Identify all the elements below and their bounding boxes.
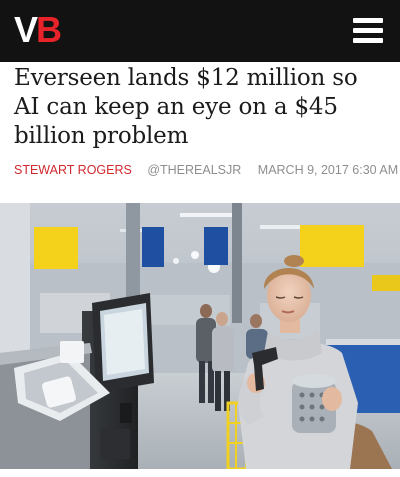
vb-logo[interactable]: VB [14,10,62,50]
author-twitter-handle[interactable]: @THEREALSJR [147,163,241,177]
author-link[interactable]: STEWART ROGERS [14,163,132,177]
article-byline: STEWART ROGERS @THEREALSJR MARCH 9, 2017… [14,161,398,179]
publish-date: MARCH 9, 2017 6:30 AM [257,163,399,177]
hamburger-menu-icon[interactable] [353,18,385,44]
article-title: Everseen lands $12 million so AI can kee… [14,65,358,149]
top-navigation-bar: VB [0,0,400,62]
store-checkout-photo [0,203,400,469]
hero-image [0,203,400,469]
